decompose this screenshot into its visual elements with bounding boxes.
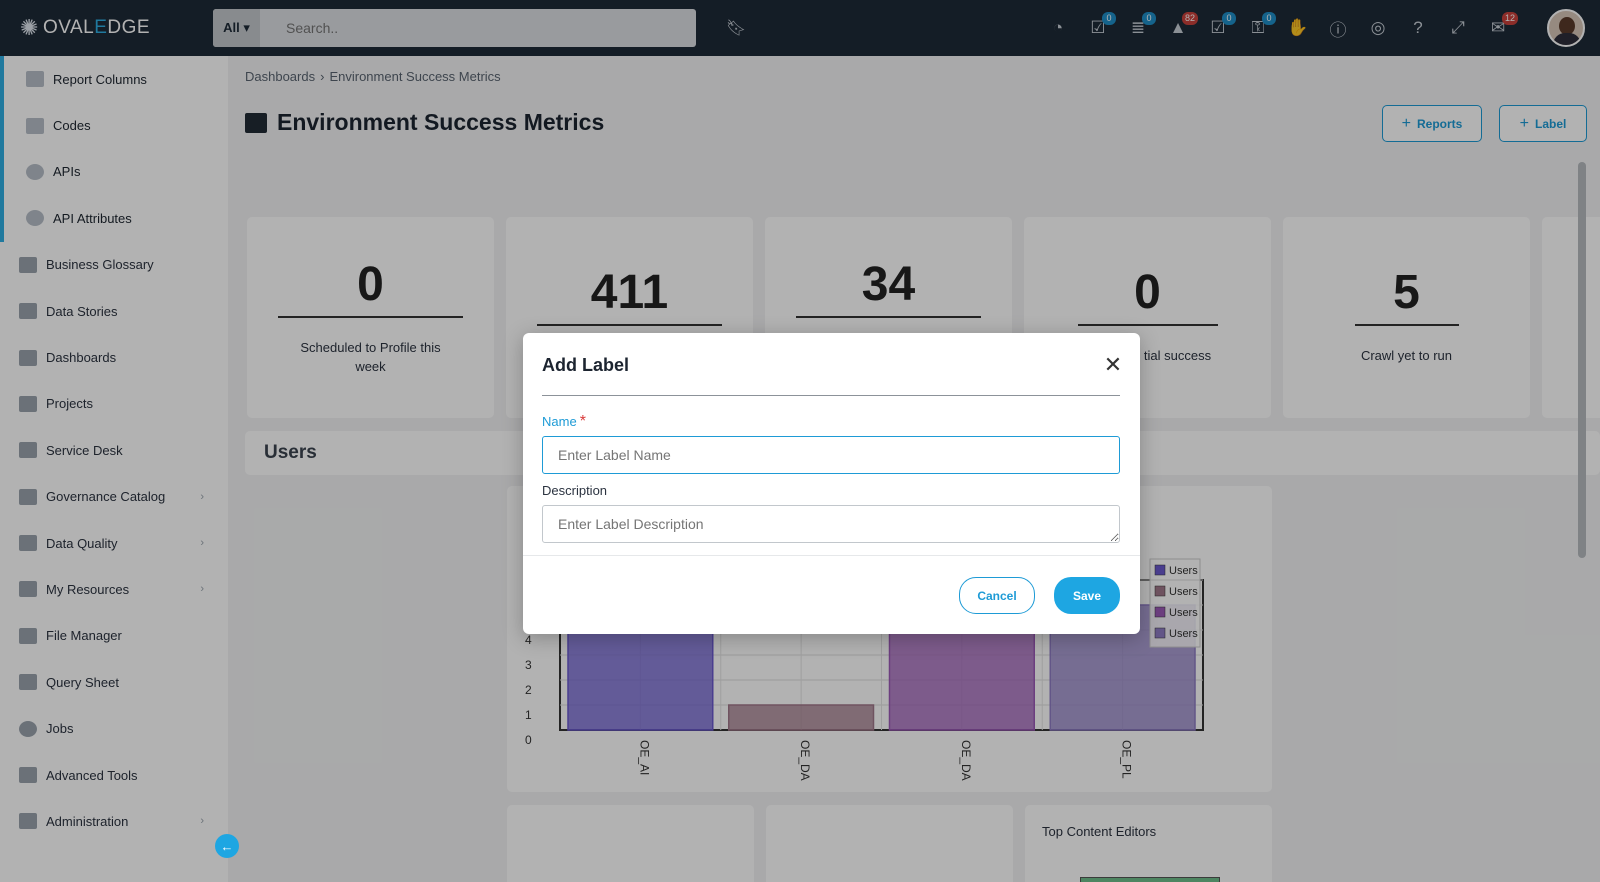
- save-button[interactable]: Save: [1054, 577, 1120, 614]
- name-label: Name *: [542, 413, 586, 430]
- label-name-input[interactable]: [542, 436, 1120, 474]
- required-indicator: *: [579, 413, 586, 430]
- label-description-input[interactable]: [542, 505, 1120, 543]
- close-icon[interactable]: ✕: [1103, 354, 1123, 376]
- description-label: Description: [542, 483, 608, 498]
- collapse-sidebar-button[interactable]: ←: [215, 834, 239, 858]
- add-label-dialog: Add Label ✕ Name* Description Cancel Sav…: [523, 333, 1140, 634]
- dialog-title: Add Label: [542, 355, 630, 375]
- cancel-button[interactable]: Cancel: [959, 577, 1035, 614]
